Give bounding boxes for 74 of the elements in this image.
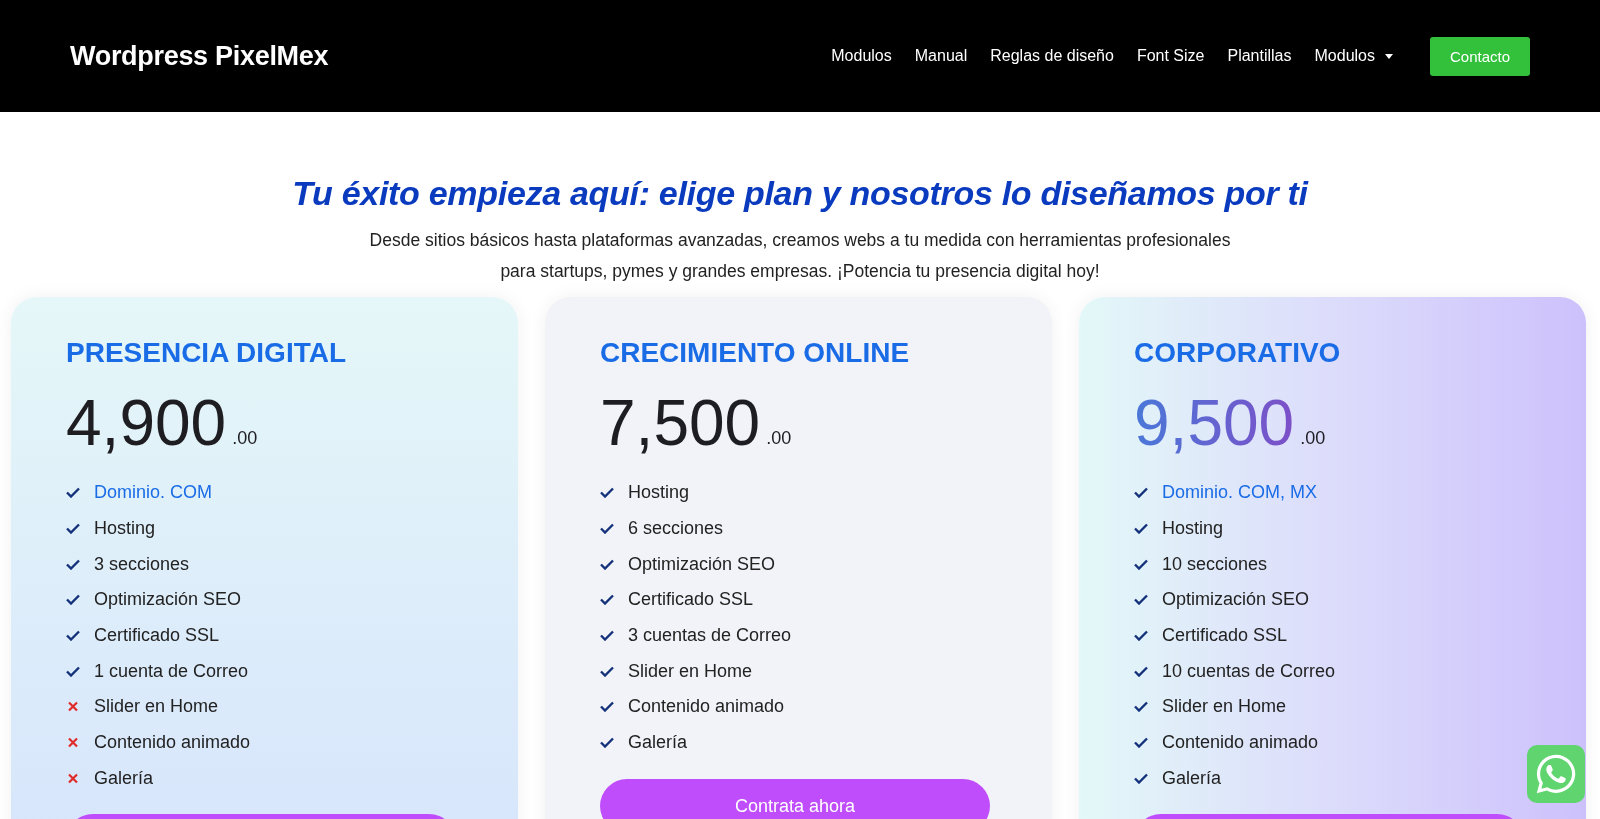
page-heading: Tu éxito empieza aquí: elige plan y nosotros lo diseñamos por ti	[291, 174, 1310, 213]
price-cents: .00	[1300, 428, 1326, 449]
feature-text: Slider en Home	[94, 696, 219, 718]
nav-link[interactable]: Reglas de diseño	[990, 47, 1114, 65]
feature-text: Contenido animado	[628, 696, 785, 718]
feature-text: 3 cuentas de Correo	[628, 625, 792, 647]
check-icon	[1134, 630, 1148, 642]
feature-text: 10 cuentas de Correo	[1162, 660, 1336, 682]
check-icon	[1134, 772, 1148, 784]
plan-name: CORPORATIVO	[1134, 337, 1342, 369]
feature-text: Certificado SSL	[94, 625, 220, 647]
nav-link[interactable]: Modulos	[1314, 47, 1393, 65]
subtitle-text: para startups, pymes y grandes empresas. ¡Potencia tu presencia digital hoy!	[499, 260, 1101, 283]
whatsapp-button[interactable]	[1527, 745, 1585, 803]
feature-text: Optimización SEO	[1162, 589, 1310, 611]
close-icon	[66, 737, 80, 749]
check-icon	[1134, 523, 1148, 535]
feature-text: Optimización SEO	[628, 553, 776, 575]
price-cents: .00	[766, 428, 792, 449]
feature-text: Dominio. COM, MX	[1162, 482, 1318, 504]
feature-text: Contenido animado	[1162, 732, 1319, 754]
feature-text: Galería	[1162, 767, 1222, 789]
feature-text: Hosting	[1162, 518, 1224, 540]
feature-text: Hosting	[628, 482, 690, 504]
feature-text: Galería	[94, 767, 154, 789]
feature-text: Galería	[628, 732, 688, 754]
nav-link[interactable]: Modulos	[831, 47, 892, 65]
feature-text: 10 secciones	[1162, 553, 1268, 575]
hire-button[interactable]: Contrata ahora	[600, 778, 990, 819]
feature-text: Certificado SSL	[628, 589, 754, 611]
check-icon	[1134, 487, 1148, 499]
feature-text: 6 secciones	[628, 518, 724, 540]
check-icon	[600, 737, 614, 749]
feature-text: Slider en Home	[628, 660, 753, 682]
feature-text: Hosting	[94, 518, 156, 540]
feature-text: Optimización SEO	[94, 589, 242, 611]
subtitle-text: Desde sitios básicos hasta plataformas avanzadas, creamos webs a tu medida con herramientas profesionales	[368, 229, 1232, 252]
nav-link[interactable]: Manual	[914, 47, 968, 65]
check-icon	[66, 558, 80, 570]
check-icon	[600, 594, 614, 606]
nav-link[interactable]: Font Size	[1136, 47, 1205, 65]
plan-price: 4,900	[66, 387, 227, 459]
check-icon	[1134, 665, 1148, 677]
check-icon	[1134, 594, 1148, 606]
check-icon	[600, 630, 614, 642]
check-icon	[66, 523, 80, 535]
feature-text: Contenido animado	[94, 732, 251, 754]
feature-text: Certificado SSL	[1162, 625, 1288, 647]
feature-text: 3 secciones	[94, 553, 190, 575]
check-icon	[66, 630, 80, 642]
check-icon	[600, 523, 614, 535]
check-icon	[66, 665, 80, 677]
site-logo[interactable]: Wordpress PixelMex	[70, 40, 832, 72]
price-cents: .00	[232, 428, 258, 449]
plan-price: 7,500	[600, 387, 761, 459]
check-icon	[600, 701, 614, 713]
check-icon	[66, 594, 80, 606]
whatsapp-icon	[1534, 752, 1578, 796]
plan-name: PRESENCIA DIGITAL	[66, 337, 347, 369]
check-icon	[1134, 558, 1148, 570]
nav-link[interactable]: Plantillas	[1227, 47, 1292, 65]
feature-text: Slider en Home	[1162, 696, 1287, 718]
check-icon	[66, 487, 80, 499]
check-icon	[600, 487, 614, 499]
feature-text: 1 cuenta de Correo	[94, 660, 249, 682]
feature-text: Dominio. COM	[94, 482, 213, 504]
close-icon	[66, 772, 80, 784]
plan-name: CRECIMIENTO ONLINE	[600, 337, 911, 369]
check-icon	[600, 558, 614, 570]
caret-icon	[1385, 53, 1393, 59]
close-icon	[66, 701, 80, 713]
check-icon	[600, 665, 614, 677]
check-icon	[1134, 737, 1148, 749]
check-icon	[1134, 701, 1148, 713]
